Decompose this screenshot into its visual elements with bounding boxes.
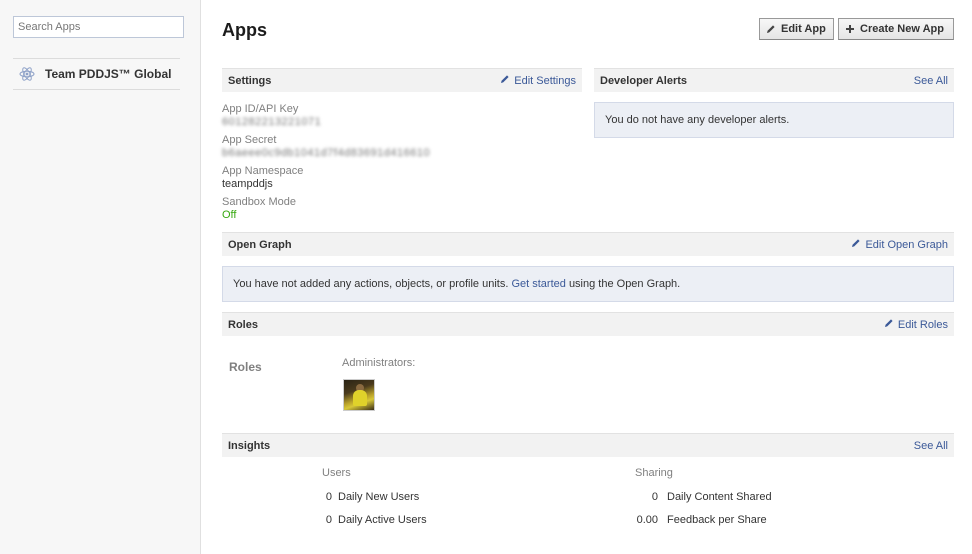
open-graph-title: Open Graph [228,238,292,251]
edit-app-label: Edit App [781,23,826,35]
insights-label: Daily Content Shared [667,491,772,503]
open-graph-message-after: using the Open Graph. [568,278,681,290]
developer-alerts-see-all-link[interactable]: See All [914,75,948,87]
get-started-link[interactable]: Get started [511,278,565,290]
roles-header: Roles Edit Roles [222,312,954,336]
pencil-icon [851,238,861,251]
insights-header: Insights See All [222,433,954,457]
settings-header: Settings Edit Settings [222,68,582,92]
sandbox-mode-field: Sandbox Mode Off [222,196,296,222]
react-atom-icon [19,66,35,82]
insights-row: 0 Daily Active Users [318,514,427,526]
app-namespace-field: App Namespace teampddjs [222,165,303,191]
open-graph-message-before: You have not added any actions, objects,… [233,278,509,290]
insights-label: Feedback per Share [667,514,767,526]
sidebar-divider [13,58,180,59]
open-graph-header: Open Graph Edit Open Graph [222,232,954,256]
developer-alerts-title: Developer Alerts [600,74,688,87]
developer-alerts-header: Developer Alerts See All [594,68,954,92]
create-new-app-button[interactable]: Create New App [838,18,954,40]
insights-row: 0 Daily New Users [318,491,419,503]
insights-value: 0.00 [636,514,658,526]
insights-label: Daily Active Users [338,514,427,526]
avatar[interactable] [343,379,375,411]
edit-roles-link[interactable]: Edit Roles [884,318,948,331]
edit-settings-label: Edit Settings [514,74,576,87]
insights-row: 0.00 Feedback per Share [622,514,767,526]
sidebar-app-name: Team PDDJS™ Global [45,67,172,81]
edit-app-button[interactable]: Edit App [759,18,834,40]
app-secret-label: App Secret [222,134,277,146]
insights-users-title: Users [322,467,351,479]
sandbox-mode-label: Sandbox Mode [222,196,296,208]
insights-see-all-link[interactable]: See All [914,440,948,452]
roles-title: Roles [228,318,258,331]
insights-label: Daily New Users [338,491,420,503]
insights-value: 0 [325,514,332,526]
pencil-icon [766,24,776,34]
roles-row-label: Roles [229,360,262,374]
insights-title: Insights [228,439,271,452]
insights-value: 0 [651,491,658,503]
edit-open-graph-link[interactable]: Edit Open Graph [851,238,948,251]
pencil-icon [884,318,894,331]
insights-value: 0 [325,491,332,503]
insights-sharing-title: Sharing [635,467,673,479]
edit-settings-link[interactable]: Edit Settings [500,74,576,87]
app-id-value: 601282213221071 [222,116,322,128]
administrators-label: Administrators: [342,357,416,369]
app-secret-value: b6aeee0c9db1041d7f4d83691d416610 [222,147,431,159]
sandbox-mode-value: Off [222,209,237,221]
sidebar-item-app[interactable]: Team PDDJS™ Global [13,60,180,88]
settings-title: Settings [228,74,272,87]
pencil-icon [500,74,510,87]
edit-open-graph-label: Edit Open Graph [865,238,948,251]
developer-alerts-message: You do not have any developer alerts. [594,102,954,138]
app-namespace-label: App Namespace [222,165,304,177]
main-content: Apps Edit App Create New App Settings Ed… [222,0,954,554]
edit-roles-label: Edit Roles [897,318,948,331]
open-graph-message: You have not added any actions, objects,… [222,266,954,302]
create-new-app-label: Create New App [860,23,944,35]
app-id-label: App ID/API Key [222,103,299,115]
app-secret-field: App Secret b6aeee0c9db1041d7f4d83691d416… [222,134,430,160]
app-id-field: App ID/API Key 601282213221071 [222,103,321,129]
search-apps-input[interactable] [13,16,184,38]
avatar-body [353,390,367,406]
page-title: Apps [222,20,267,40]
insights-row: 0 Daily Content Shared [622,491,772,503]
plus-icon [845,24,855,34]
sidebar: Team PDDJS™ Global [0,0,201,554]
app-namespace-value: teampddjs [222,178,273,190]
sidebar-divider [13,89,180,90]
